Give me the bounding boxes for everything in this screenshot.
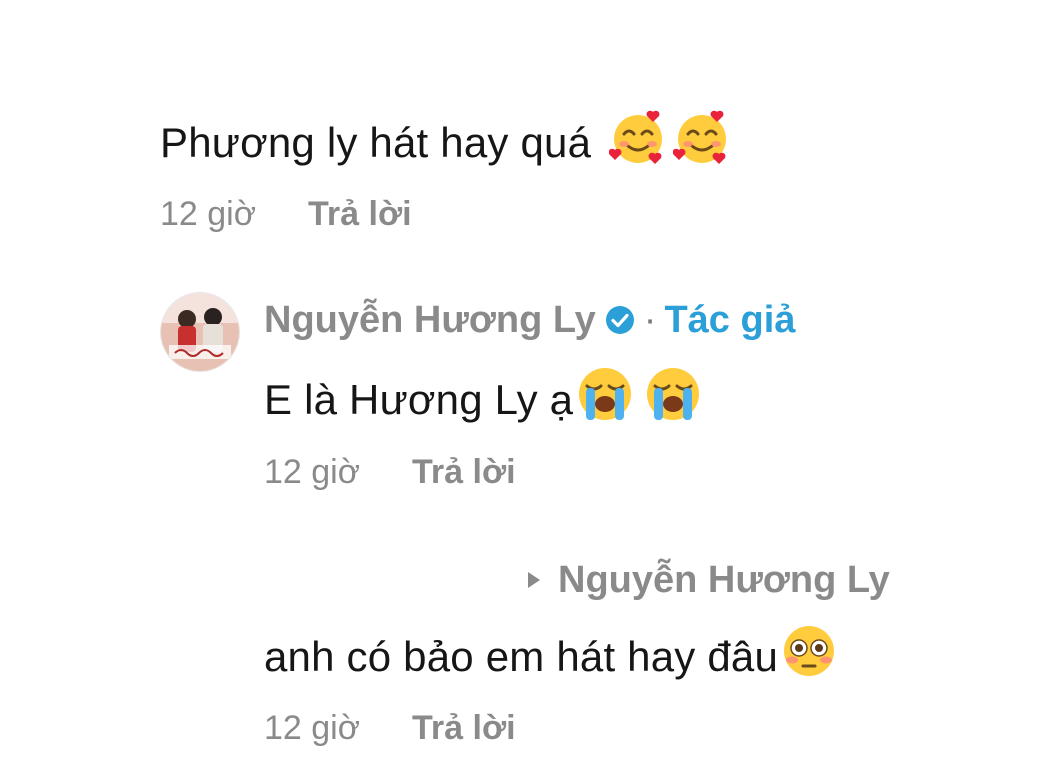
loudly-crying-face-icon bbox=[575, 364, 635, 434]
comment-1-meta: 12 giờ Trả lời bbox=[160, 194, 412, 234]
comment-2-time: 12 giờ bbox=[264, 453, 361, 491]
comment-2-text: E là Hương Ly ạ bbox=[264, 368, 703, 438]
comment-2-header: Nguyễn Hương Ly · Tác giả bbox=[264, 298, 795, 342]
comment-2-reply-button[interactable]: Trả lời bbox=[412, 453, 516, 491]
comment-1-body: Phương ly hát hay quá bbox=[160, 119, 592, 167]
comment-1-reply-button[interactable]: Trả lời bbox=[308, 195, 412, 233]
verified-badge-icon bbox=[604, 304, 636, 336]
comment-3-meta: 12 giờ Trả lời bbox=[264, 708, 516, 748]
flushed-face-icon bbox=[780, 622, 838, 690]
comment-3-body: anh có bảo em hát hay đâu bbox=[264, 633, 779, 681]
author-tag: Tác giả bbox=[664, 299, 796, 341]
loudly-crying-face-icon bbox=[643, 364, 703, 434]
smiling-face-with-hearts-icon bbox=[672, 108, 731, 176]
comment-1-time: 12 giờ bbox=[160, 195, 257, 233]
separator-dot: · bbox=[643, 299, 657, 341]
comment-2-author-name[interactable]: Nguyễn Hương Ly bbox=[264, 298, 596, 342]
comment-2-meta: 12 giờ Trả lời bbox=[264, 452, 516, 492]
comment-3-reply-button[interactable]: Trả lời bbox=[412, 709, 516, 747]
comment-1-text: Phương ly hát hay quá bbox=[160, 110, 731, 180]
avatar[interactable] bbox=[160, 292, 240, 372]
smiling-face-with-hearts-icon bbox=[608, 108, 667, 176]
comment-3-time: 12 giờ bbox=[264, 709, 361, 747]
reply-to-name[interactable]: Nguyễn Hương Ly bbox=[558, 558, 890, 602]
reply-arrow-icon bbox=[528, 572, 540, 588]
comment-2-body: E là Hương Ly ạ bbox=[264, 376, 574, 424]
comment-3-reply-to: Nguyễn Hương Ly bbox=[528, 558, 890, 602]
comment-3-text: anh có bảo em hát hay đâu bbox=[264, 626, 838, 694]
